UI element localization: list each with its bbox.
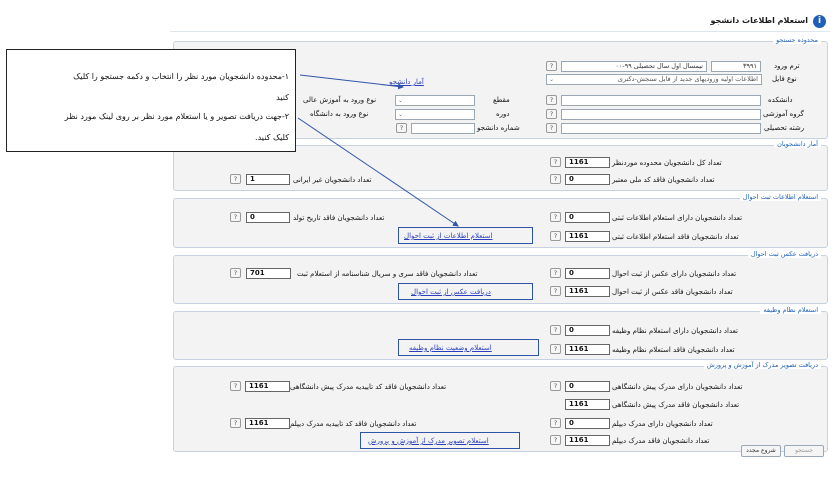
chevron-down-icon: ⌄ [549, 76, 555, 83]
total-value: 1161 [565, 157, 610, 168]
term-label: ترم ورود [774, 62, 800, 70]
chevron-down-icon: ⌄ [398, 97, 404, 104]
help-icon[interactable]: ? [550, 418, 561, 428]
help-icon[interactable]: ? [550, 325, 561, 335]
help-icon[interactable]: ? [546, 95, 557, 105]
callout-line-1: ۱-محدوده دانشجویان مورد نظر را انتخاب و … [73, 72, 289, 81]
help-icon[interactable]: ? [546, 123, 557, 133]
help-icon[interactable]: ? [230, 268, 241, 278]
help-icon[interactable]: ? [550, 174, 561, 184]
help-icon[interactable]: ? [550, 381, 561, 391]
help-icon[interactable]: ? [546, 109, 557, 119]
student-no-label: شماره دانشجو [477, 124, 520, 132]
field-input[interactable] [561, 123, 761, 134]
help-icon[interactable]: ? [550, 344, 561, 354]
help-icon[interactable]: ? [546, 61, 557, 71]
help-icon[interactable]: ? [230, 418, 241, 428]
edu-inquiry-link[interactable]: استعلام تصویر مدرک از آموزش و پرورش [368, 437, 489, 445]
help-icon[interactable]: ? [550, 231, 561, 241]
serial-value: 701 [246, 268, 291, 279]
help-icon[interactable]: ? [550, 157, 561, 167]
term-desc-field: نیمسال اول سال تحصیلی ۹۹-۰۰ [561, 61, 707, 72]
lacks-pre-label: تعداد دانشجویان فاقد مدرک پیش دانشگاهی [612, 401, 740, 409]
faculty-input[interactable] [561, 95, 761, 106]
help-icon[interactable]: ? [230, 174, 241, 184]
lacks-dip-value: 1161 [565, 435, 610, 446]
lacks-dip-label: تعداد دانشجویان فاقد مدرک دیپلم [612, 437, 710, 445]
no-national-label: تعداد دانشجویان فاقد کد ملی معتبر [612, 176, 715, 184]
photo-has-label: تعداد دانشجویان دارای عکس از ثبت احوال [612, 270, 737, 278]
no-birth-label: تعداد دانشجویان فاقد تاریخ تولد [293, 214, 385, 222]
entry-type-label: نوع ورود به آموزش عالی [303, 96, 377, 104]
term-input[interactable]: ۳۹۹۱ [711, 61, 761, 72]
has-pre-value: 0 [565, 381, 610, 392]
students-link[interactable]: آمار دانشجو [389, 78, 424, 86]
help-icon[interactable]: ? [550, 212, 561, 222]
confirm-dip-label: تعداد دانشجویان فاقد کد تاییدیه مدرک دیپ… [290, 420, 417, 428]
civil-legend: استعلام اطلاعات ثبت احوال [739, 193, 821, 201]
edu-legend: دریافت تصویر مدرک از آموزش و پرورش [703, 361, 821, 369]
file-type-select[interactable]: ⌄ اطلاعات اولیه ورودیهای جدید از فایل سنج… [546, 74, 762, 85]
military-lacks-label: تعداد دانشجویان فاقد استعلام نظام وظیفه [612, 346, 735, 354]
military-legend: استعلام نظام وظیفه [760, 306, 821, 314]
has-dip-value: 0 [565, 418, 610, 429]
confirm-pre-label: تعداد دانشجویان فاقد کد تاییدیه مدرک پیش… [290, 383, 447, 391]
no-national-value: 0 [565, 174, 610, 185]
callout-line-3: ۲-جهت دریافت تصویر و یا استعلام مورد نظر… [64, 112, 289, 121]
page-header: i استعلام اطلاعات دانشجو [170, 12, 830, 32]
entry-uni-label: نوع ورود به دانشگاه [310, 110, 369, 118]
photo-legend: دریافت عکس ثبت احوال [747, 250, 821, 258]
period-label: دوره [496, 110, 510, 118]
help-icon[interactable]: ? [550, 268, 561, 278]
civil-lacks-label: تعداد دانشجویان فاقد استعلام اطلاعات ثبت… [612, 233, 739, 241]
civil-lacks-value: 1161 [565, 231, 610, 242]
military-inquiry-link[interactable]: استعلام وضعیت نظام وظیفه [409, 344, 492, 352]
level-label: مقطع [493, 96, 510, 104]
search-button[interactable]: جستجو [784, 445, 824, 457]
has-dip-label: تعداد دانشجویان دارای مدرک دیپلم [612, 420, 713, 428]
photo-lacks-value: 1161 [565, 286, 610, 297]
civil-has-value: 0 [565, 212, 610, 223]
military-has-label: تعداد دانشجویان دارای استعلام نظام وظیفه [612, 327, 738, 335]
file-type-label: نوع فایل [772, 75, 797, 83]
non-iranian-value: 1 [246, 174, 290, 185]
stats-legend: آمار دانشجویان [774, 140, 821, 148]
confirm-pre-value: 1161 [245, 381, 290, 392]
search-legend: محدوده جستجو [773, 36, 821, 44]
lacks-pre-value: 1161 [565, 399, 610, 410]
level-select[interactable]: ⌄ [395, 95, 475, 106]
no-birth-value: 0 [246, 212, 290, 223]
has-pre-label: تعداد دانشجویان دارای مدرک پیش دانشگاهی [612, 383, 743, 391]
military-lacks-value: 1161 [565, 344, 610, 355]
help-icon[interactable]: ? [230, 212, 241, 222]
faculty-label: دانشکده [768, 96, 793, 104]
student-no-input[interactable] [411, 123, 475, 134]
serial-label: تعداد دانشجویان فاقد سری و سریال شناسنام… [297, 270, 478, 278]
military-has-value: 0 [565, 325, 610, 336]
help-icon[interactable]: ? [550, 435, 561, 445]
photo-lacks-label: تعداد دانشجویان فاقد عکس از ثبت احوال [612, 288, 733, 296]
total-label: تعداد کل دانشجویان محدوده موردنظر [612, 159, 722, 167]
photo-has-value: 0 [565, 268, 610, 279]
callout-line-4: کلیک کنید. [255, 133, 289, 142]
confirm-dip-value: 1161 [245, 418, 290, 429]
period-select[interactable]: ⌄ [395, 109, 475, 120]
civil-inquiry-link[interactable]: استعلام اطلاعات از ثبت احوال [404, 232, 492, 240]
help-icon[interactable]: ? [550, 286, 561, 296]
field-label: رشته تحصیلی [764, 124, 805, 132]
help-icon[interactable]: ? [396, 123, 407, 133]
page-title: استعلام اطلاعات دانشجو [710, 16, 808, 25]
photo-download-link[interactable]: دریافت عکس از ثبت احوال [411, 288, 491, 296]
chevron-down-icon: ⌄ [398, 111, 404, 118]
restart-button[interactable]: شروع مجدد [741, 445, 781, 457]
help-icon[interactable]: ? [230, 381, 241, 391]
group-input[interactable] [561, 109, 761, 120]
civil-has-label: تعداد دانشجویان دارای استعلام اطلاعات ثب… [612, 214, 743, 222]
group-label: گروه آموزشی [763, 110, 804, 118]
instruction-callout: ۱-محدوده دانشجویان مورد نظر را انتخاب و … [6, 49, 296, 152]
info-icon: i [813, 15, 826, 28]
non-iranian-label: تعداد دانشجویان غیر ایرانی [293, 176, 372, 184]
callout-line-2: کنید [276, 93, 289, 102]
